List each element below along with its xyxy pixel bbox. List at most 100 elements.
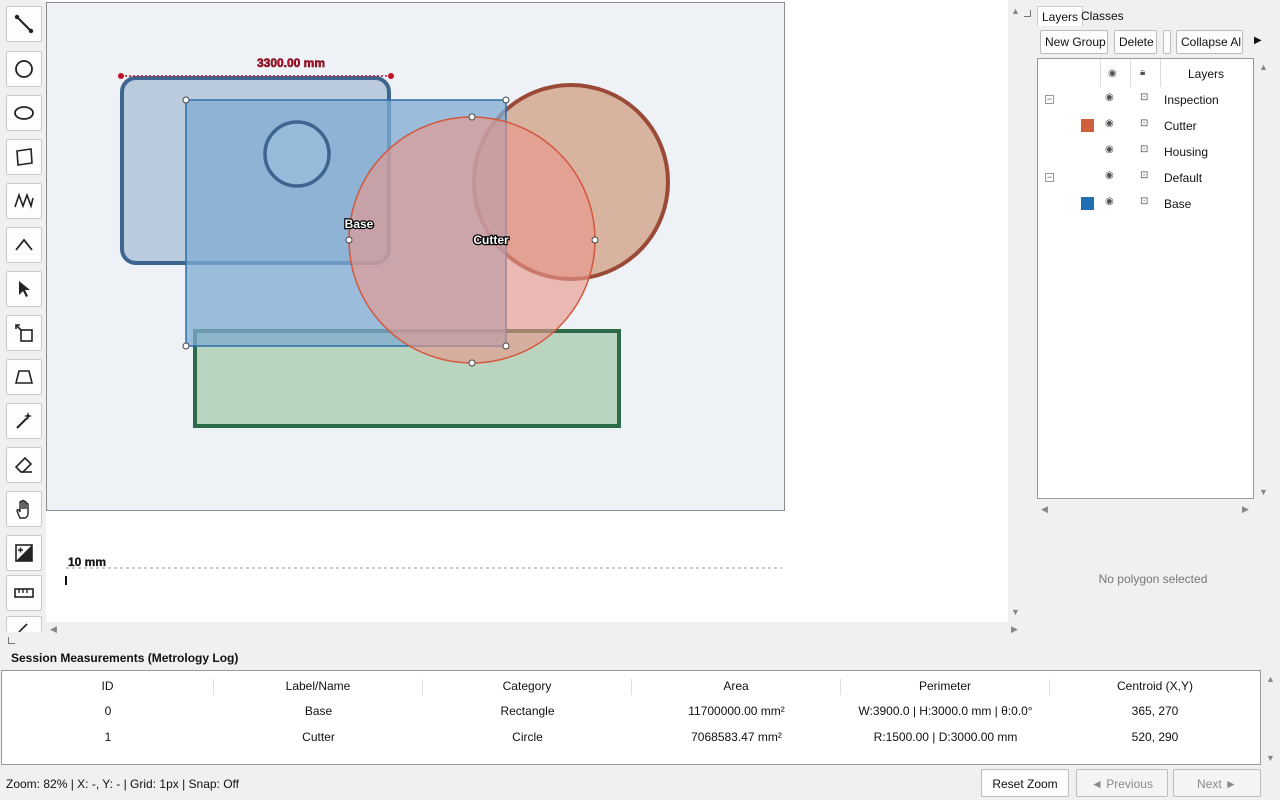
tree-scroll-down-arrow[interactable]: ▼	[1259, 487, 1268, 497]
line-tool-icon	[14, 14, 34, 34]
log-resize-grip[interactable]	[8, 637, 15, 644]
next-button[interactable]: Next ►	[1173, 769, 1261, 797]
eye-icon[interactable]: ◉	[1105, 144, 1114, 155]
tab-classes[interactable]: Classes	[1077, 6, 1128, 26]
cell-centroid: 520, 290	[1131, 730, 1179, 744]
log-title: Session Measurements (Metrology Log)	[11, 651, 239, 665]
cell-centroid: 365, 270	[1131, 704, 1179, 718]
tree-item-default[interactable]: − ◉ ⊡ Default	[1038, 165, 1253, 191]
collapse-icon[interactable]: −	[1045, 173, 1054, 182]
log-scroll-down-arrow[interactable]: ▼	[1266, 753, 1275, 763]
tree-scroll-right-arrow[interactable]: ▶	[1242, 504, 1249, 515]
layers-tree: ◉ 🔒︎ Layers − ◉ ⊡ Inspection ◉ ⊡ Cutter …	[1037, 58, 1254, 499]
column-header-area[interactable]: Area	[632, 679, 841, 695]
canvas-scroll-up-arrow[interactable]: ▲	[1011, 6, 1020, 16]
collapse-all-button[interactable]: Collapse Al	[1176, 30, 1243, 54]
tree-item-cutter[interactable]: ◉ ⊡ Cutter	[1038, 113, 1253, 139]
eraser-icon	[14, 456, 33, 473]
ellipse-tool-button[interactable]	[6, 95, 42, 131]
base-color-swatch[interactable]	[1081, 197, 1094, 210]
angle-tool-button[interactable]	[6, 227, 42, 263]
unlock-icon[interactable]: ⊡	[1140, 196, 1148, 207]
table-row[interactable]: 0 Base Rectangle 11700000.00 mm² W:3900.…	[2, 699, 1260, 723]
transform-tool-button[interactable]	[6, 315, 42, 351]
eraser-tool-button[interactable]	[6, 447, 42, 483]
cell-category: Circle	[512, 730, 543, 744]
select-arrow-icon	[19, 281, 30, 297]
tree-item-inspection[interactable]: − ◉ ⊡ Inspection	[1038, 87, 1253, 113]
cell-perimeter: R:1500.00 | D:3000.00 mm	[873, 730, 1018, 744]
polygon-tool-icon	[16, 148, 33, 166]
tree-item-housing[interactable]: ◉ ⊡ Housing	[1038, 139, 1253, 165]
tree-scroll-left-arrow[interactable]: ◀	[1041, 504, 1048, 515]
circle-tool-icon	[15, 60, 33, 78]
more-options-arrow[interactable]: ▶	[1254, 35, 1262, 46]
canvas-scroll-down-arrow[interactable]: ▼	[1011, 607, 1020, 617]
table-row[interactable]: 1 Cutter Circle 7068583.47 mm² R:1500.00…	[2, 725, 1260, 749]
panel-resize-grip[interactable]	[1024, 10, 1031, 17]
eye-icon[interactable]: ◉	[1105, 118, 1114, 129]
column-header-label[interactable]: Label/Name	[214, 679, 423, 695]
cell-id: 1	[104, 730, 112, 744]
tree-item-label: Cutter	[1164, 119, 1197, 133]
reset-zoom-button[interactable]: Reset Zoom	[981, 769, 1069, 797]
ruler-tool-button[interactable]	[6, 575, 42, 611]
perspective-tool-icon	[14, 370, 34, 384]
unlock-icon[interactable]: ⊡	[1140, 118, 1148, 129]
tree-item-label: Inspection	[1164, 93, 1219, 107]
line-tool-button[interactable]	[6, 6, 42, 42]
tree-item-label: Default	[1164, 171, 1203, 185]
eye-icon[interactable]: ◉	[1105, 196, 1114, 207]
ruler-icon	[14, 588, 34, 598]
unlock-icon[interactable]: ⊡	[1140, 92, 1148, 103]
visibility-column-icon: ◉	[1108, 68, 1117, 79]
polyline-tool-button[interactable]	[6, 183, 42, 219]
polyline-tool-icon	[14, 192, 34, 209]
brightness-contrast-icon	[15, 544, 33, 562]
tree-item-label: Housing	[1164, 145, 1209, 159]
collapse-icon[interactable]: −	[1045, 95, 1054, 104]
tree-scroll-up-arrow[interactable]: ▲	[1259, 62, 1268, 72]
select-tool-button[interactable]	[6, 271, 42, 307]
magic-wand-button[interactable]	[6, 403, 42, 439]
circle-tool-button[interactable]	[6, 51, 42, 87]
cutter-color-swatch[interactable]	[1081, 119, 1094, 132]
column-header-centroid[interactable]: Centroid (X,Y)	[1050, 679, 1260, 695]
cell-label: Cutter	[302, 730, 335, 744]
contrast-tool-button[interactable]	[6, 535, 42, 571]
tool-palette	[0, 0, 46, 640]
polygon-tool-button[interactable]	[6, 139, 42, 175]
eye-icon[interactable]: ◉	[1105, 92, 1114, 103]
eye-icon[interactable]: ◉	[1105, 170, 1114, 181]
transform-tool-icon	[15, 324, 33, 342]
measurement-table: ID Label/Name Category Area Perimeter Ce…	[1, 670, 1261, 765]
column-header-perimeter[interactable]: Perimeter	[841, 679, 1050, 695]
hand-pan-icon	[16, 499, 29, 519]
canvas-scroll-right-arrow[interactable]: ▶	[1011, 624, 1018, 635]
column-header-id[interactable]: ID	[2, 679, 214, 695]
properties-empty-text: No polygon selected	[1098, 572, 1208, 586]
delete-button[interactable]: Delete	[1114, 30, 1157, 54]
cell-label: Base	[304, 704, 333, 718]
previous-button[interactable]: ◄ Previous	[1076, 769, 1168, 797]
cell-id: 0	[104, 704, 112, 718]
unlock-icon[interactable]: ⊡	[1140, 170, 1148, 181]
pan-tool-button[interactable]	[6, 491, 42, 527]
image-canvas[interactable]	[46, 2, 785, 511]
separator-button[interactable]	[1163, 30, 1171, 54]
column-header-category[interactable]: Category	[423, 679, 632, 695]
canvas-scroll-left-arrow[interactable]: ◀	[50, 624, 57, 635]
log-scroll-up-arrow[interactable]: ▲	[1266, 674, 1275, 684]
tree-item-base[interactable]: ◉ ⊡ Base	[1038, 191, 1253, 217]
cell-perimeter: W:3900.0 | H:3000.0 mm | θ:0.0°	[858, 704, 1033, 718]
perspective-tool-button[interactable]	[6, 359, 42, 395]
calibrate-tool-button[interactable]	[6, 616, 42, 632]
angle-tool-icon	[15, 238, 33, 251]
calibrate-icon	[18, 622, 28, 632]
new-group-button[interactable]: New Group	[1040, 30, 1108, 54]
lock-column-icon: 🔒︎	[1140, 67, 1146, 78]
cell-area: 7068583.47 mm²	[691, 730, 782, 744]
tree-item-label: Base	[1164, 197, 1192, 211]
unlock-icon[interactable]: ⊡	[1140, 144, 1148, 155]
tree-header-layers: Layers	[1188, 67, 1225, 81]
